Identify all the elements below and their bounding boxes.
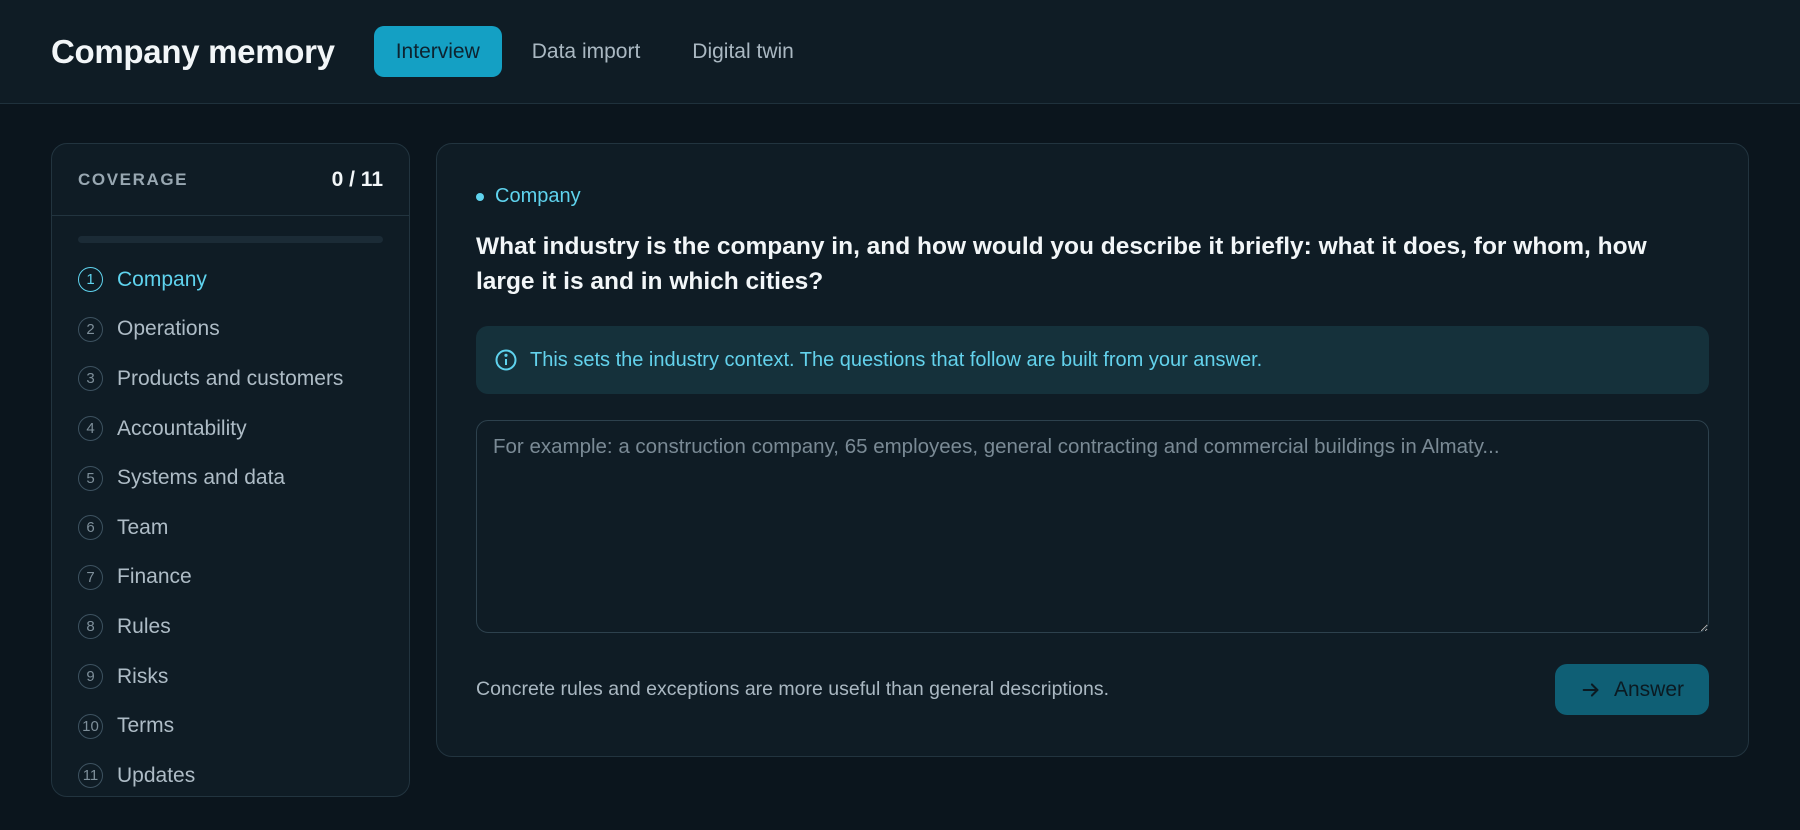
section-number: 4 <box>78 416 103 442</box>
section-number: 7 <box>78 564 103 590</box>
section-label: Risks <box>117 664 169 688</box>
section-item-products-and-customers[interactable]: 3 Products and customers <box>78 354 409 404</box>
question-footer: Concrete rules and exceptions are more u… <box>476 664 1709 715</box>
section-item-terms[interactable]: 10 Terms <box>78 701 409 751</box>
section-dot-icon <box>476 192 484 201</box>
section-number: 6 <box>78 515 103 541</box>
section-list: 1 Company 2 Operations 3 Products and cu… <box>52 243 409 796</box>
coverage-progress-bar <box>78 236 383 243</box>
section-item-updates[interactable]: 11 Updates <box>78 751 409 796</box>
section-label: Finance <box>117 565 192 589</box>
current-section-label: Company <box>495 185 581 207</box>
section-number: 5 <box>78 465 103 491</box>
answer-button[interactable]: Answer <box>1555 664 1709 715</box>
answer-button-label: Answer <box>1613 677 1685 701</box>
section-number: 2 <box>78 316 103 342</box>
main-tabs: Interview Data import Digital twin <box>373 26 824 77</box>
answer-input[interactable] <box>476 420 1709 633</box>
section-item-rules[interactable]: 8 Rules <box>78 602 409 652</box>
section-label: Team <box>117 515 169 539</box>
app-title: Company memory <box>51 32 335 70</box>
current-section-tag: Company <box>476 185 1709 208</box>
question-card: Company What industry is the company in,… <box>436 143 1749 757</box>
section-label: Accountability <box>117 416 247 440</box>
section-item-risks[interactable]: 9 Risks <box>78 652 409 702</box>
tip-text: Concrete rules and exceptions are more u… <box>476 678 1110 700</box>
context-hint: This sets the industry context. The ques… <box>476 326 1709 394</box>
section-label: Products and customers <box>117 366 344 390</box>
section-number: 9 <box>78 664 103 690</box>
section-number: 10 <box>78 713 103 739</box>
section-number: 1 <box>78 267 103 293</box>
info-icon <box>495 349 517 371</box>
coverage-header: COVERAGE 0 / 11 <box>52 144 409 216</box>
section-label: Updates <box>117 763 196 787</box>
section-number: 3 <box>78 366 103 392</box>
arrow-right-icon <box>1582 682 1599 697</box>
question-text: What industry is the company in, and how… <box>476 233 1647 295</box>
coverage-panel: COVERAGE 0 / 11 1 Company 2 Operations 3… <box>51 143 410 797</box>
section-item-finance[interactable]: 7 Finance <box>78 553 409 603</box>
section-item-team[interactable]: 6 Team <box>78 503 409 553</box>
section-label: Rules <box>117 614 171 638</box>
section-item-systems-and-data[interactable]: 5 Systems and data <box>78 453 409 503</box>
section-number: 8 <box>78 614 103 640</box>
top-bar: Company memory Interview Data import Dig… <box>0 0 1800 104</box>
section-item-accountability[interactable]: 4 Accountability <box>78 404 409 454</box>
tab-digital-twin[interactable]: Digital twin <box>670 26 816 77</box>
section-item-operations[interactable]: 2 Operations <box>78 305 409 355</box>
section-label: Operations <box>117 317 220 341</box>
tab-data-import[interactable]: Data import <box>510 26 663 77</box>
section-label: Systems and data <box>117 466 286 490</box>
section-label: Company <box>117 267 207 291</box>
hint-text: This sets the industry context. The ques… <box>530 348 1263 371</box>
section-label: Terms <box>117 714 175 738</box>
coverage-count: 0 / 11 <box>331 167 383 191</box>
coverage-label: COVERAGE <box>78 169 189 189</box>
section-number: 11 <box>78 763 103 789</box>
tab-interview[interactable]: Interview <box>373 26 502 77</box>
section-item-company[interactable]: 1 Company <box>78 255 409 305</box>
